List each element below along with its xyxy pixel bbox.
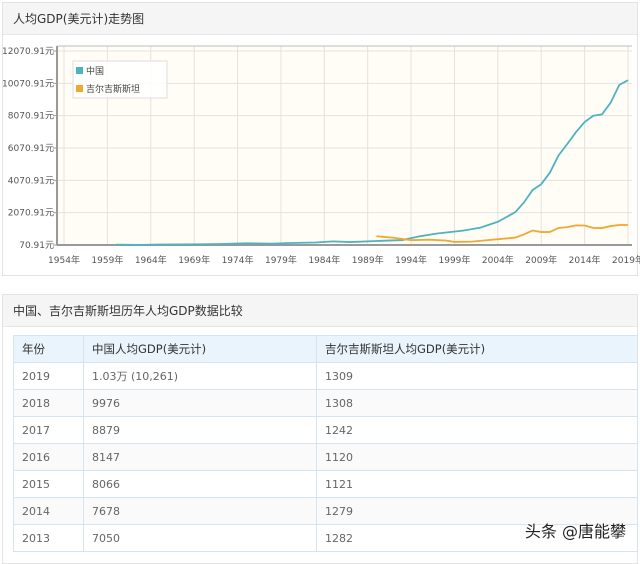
cell-kyrgyzstan-gdp: 1121 — [317, 471, 638, 498]
gdp-line-chart: 1954年 1959年 1964年 1969年 1974年 1979年 1984年 1989年… — [0, 0, 640, 280]
x-tick-label: 1974年 — [222, 254, 254, 266]
cell-kyrgyzstan-gdp: 1120 — [317, 444, 638, 471]
cell-year: 2014 — [14, 498, 84, 525]
y-tick-label: 4070.91元 — [8, 176, 54, 186]
cell-year: 2019 — [14, 363, 84, 390]
legend-label: 吉尔吉斯斯坦 — [86, 83, 140, 95]
x-tick-label: 1954年 — [48, 254, 80, 266]
table-row: 201788791242 — [14, 417, 638, 444]
cell-year: 2016 — [14, 444, 84, 471]
header-kyrgyzstan-gdp: 吉尔吉斯斯坦人均GDP(美元计) — [317, 336, 638, 363]
cell-china-gdp: 8147 — [84, 444, 317, 471]
cell-kyrgyzstan-gdp: 1308 — [317, 390, 638, 417]
x-tick-label: 2014年 — [569, 254, 601, 266]
x-tick-label: 1994年 — [395, 254, 427, 266]
legend-swatch — [76, 67, 83, 74]
cell-kyrgyzstan-gdp: 1242 — [317, 417, 638, 444]
x-tick-label: 2019年 — [612, 254, 640, 266]
cell-year: 2017 — [14, 417, 84, 444]
table-row: 201899761308 — [14, 390, 638, 417]
x-tick-label: 1979年 — [265, 254, 297, 266]
header-china-gdp: 中国人均GDP(美元计) — [84, 336, 317, 363]
x-tick-label: 2009年 — [525, 254, 557, 266]
legend-label: 中国 — [86, 65, 104, 77]
table-panel-title: 中国、吉尔吉斯斯坦历年人均GDP数据比较 — [3, 295, 637, 327]
cell-year: 2015 — [14, 471, 84, 498]
cell-year: 2013 — [14, 525, 84, 552]
cell-kyrgyzstan-gdp: 1309 — [317, 363, 638, 390]
cell-china-gdp: 8066 — [84, 471, 317, 498]
cell-china-gdp: 7050 — [84, 525, 317, 552]
x-tick-label: 1999年 — [439, 254, 471, 266]
y-tick-label: 6070.91元 — [8, 144, 54, 154]
x-tick-label: 1959年 — [91, 254, 123, 266]
header-year: 年份 — [14, 336, 84, 363]
table-row: 201580661121 — [14, 471, 638, 498]
x-tick-label: 2004年 — [482, 254, 514, 266]
watermark: 头条 @唐能攀 — [525, 518, 626, 542]
x-tick-label: 1989年 — [352, 254, 384, 266]
x-tick-label: 1969年 — [178, 254, 210, 266]
cell-china-gdp: 7678 — [84, 498, 317, 525]
cell-china-gdp: 1.03万 (10,261) — [84, 363, 317, 390]
y-tick-label: 10070.91元 — [2, 79, 54, 89]
y-tick-label: 70.91元 — [19, 241, 54, 251]
cell-china-gdp: 8879 — [84, 417, 317, 444]
x-tick-label: 1984年 — [308, 254, 340, 266]
y-tick-label: 12070.91元 — [2, 47, 54, 57]
y-tick-label: 2070.91元 — [8, 209, 54, 219]
legend-swatch — [76, 85, 83, 92]
y-tick-label: 8070.91元 — [8, 112, 54, 122]
x-tick-label: 1964年 — [135, 254, 167, 266]
table-row: 201681471120 — [14, 444, 638, 471]
table-row: 20191.03万 (10,261)1309 — [14, 363, 638, 390]
cell-china-gdp: 9976 — [84, 390, 317, 417]
cell-year: 2018 — [14, 390, 84, 417]
